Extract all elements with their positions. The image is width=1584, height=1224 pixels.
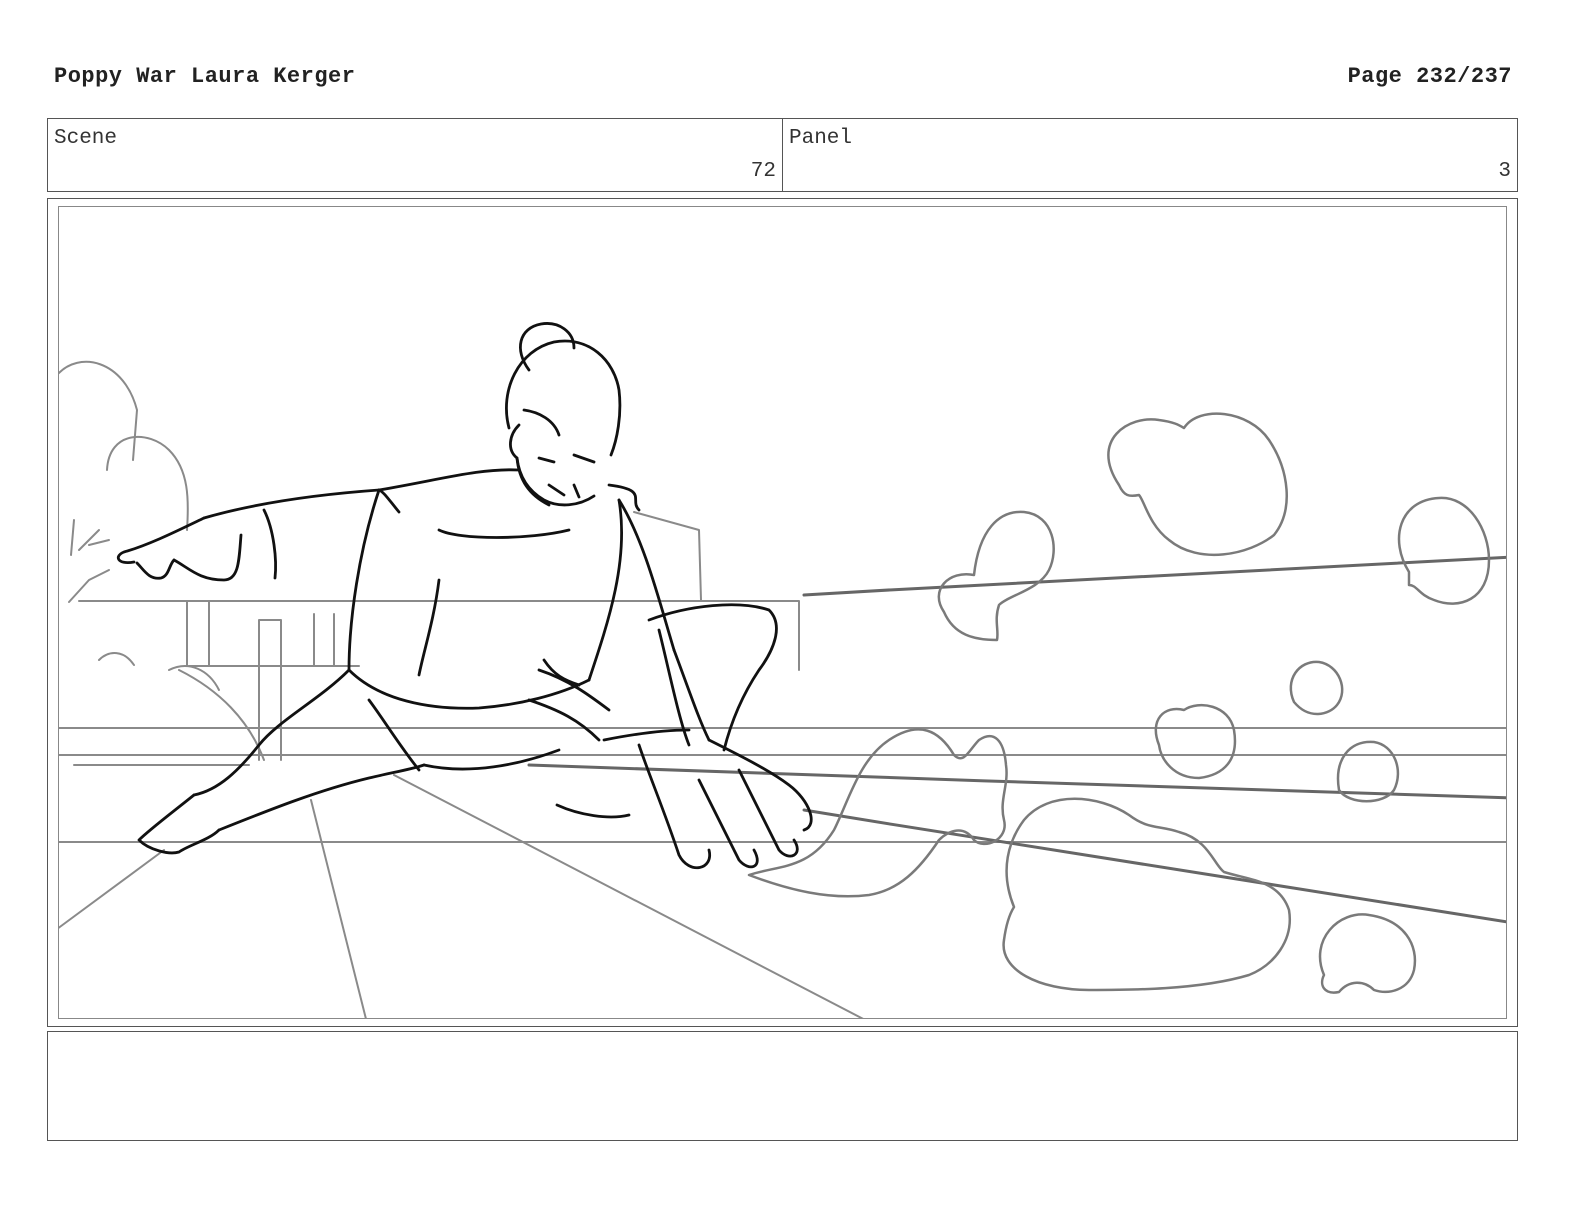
- panel-notes: [47, 1031, 1518, 1141]
- storyboard-title: Poppy War Laura Kerger: [54, 64, 356, 89]
- scene-label: Scene: [54, 127, 118, 150]
- scene-cell: Scene 72: [48, 119, 782, 191]
- scene-panel-info: Scene 72 Panel 3: [47, 118, 1518, 192]
- storyboard-frame: [47, 198, 1518, 1027]
- storyboard-sketch: [59, 322, 1506, 1018]
- storyboard-drawing-area: [58, 206, 1507, 1019]
- scene-number: 72: [750, 160, 776, 183]
- page-number: Page 232/237: [1347, 64, 1512, 89]
- panel-cell: Panel 3: [782, 119, 1517, 191]
- panel-number: 3: [1498, 160, 1511, 183]
- panel-label: Panel: [789, 127, 853, 150]
